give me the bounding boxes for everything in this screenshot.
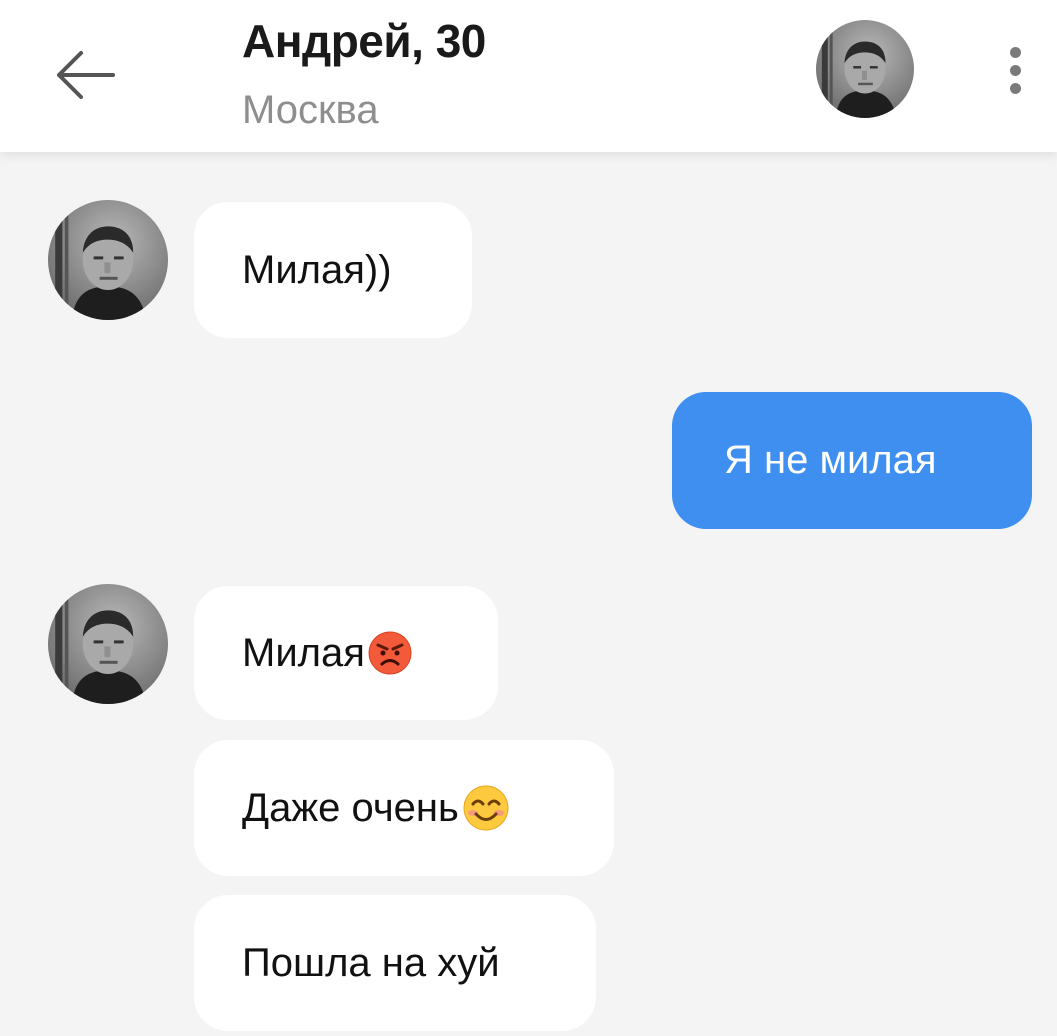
contact-avatar[interactable]: [816, 20, 914, 118]
angry-face-emoji: [367, 630, 413, 676]
sender-avatar[interactable]: [48, 200, 168, 320]
more-options-button[interactable]: [990, 40, 1040, 100]
incoming-message[interactable]: Пошла на хуй: [194, 895, 596, 1031]
back-button[interactable]: [50, 40, 120, 110]
outgoing-message[interactable]: Я не милая: [672, 392, 1032, 529]
message-text: Я не милая: [724, 438, 937, 482]
sender-avatar[interactable]: [48, 584, 168, 704]
incoming-message[interactable]: Милая: [194, 586, 498, 720]
arrow-left-icon: [53, 50, 117, 100]
chat-header: Андрей, 30 Москва: [0, 0, 1057, 152]
incoming-message[interactable]: Даже очень: [194, 740, 614, 876]
message-text: Милая)): [242, 247, 392, 292]
contact-city: Москва: [242, 88, 379, 132]
contact-name[interactable]: Андрей, 30: [242, 14, 486, 68]
smiling-face-emoji: [461, 783, 511, 833]
message-text: Пошла на хуй: [242, 940, 500, 985]
more-vertical-icon: [1009, 46, 1021, 58]
incoming-message[interactable]: Милая)): [194, 202, 472, 338]
message-text: Милая: [242, 630, 365, 675]
message-text: Даже очень: [242, 785, 459, 830]
